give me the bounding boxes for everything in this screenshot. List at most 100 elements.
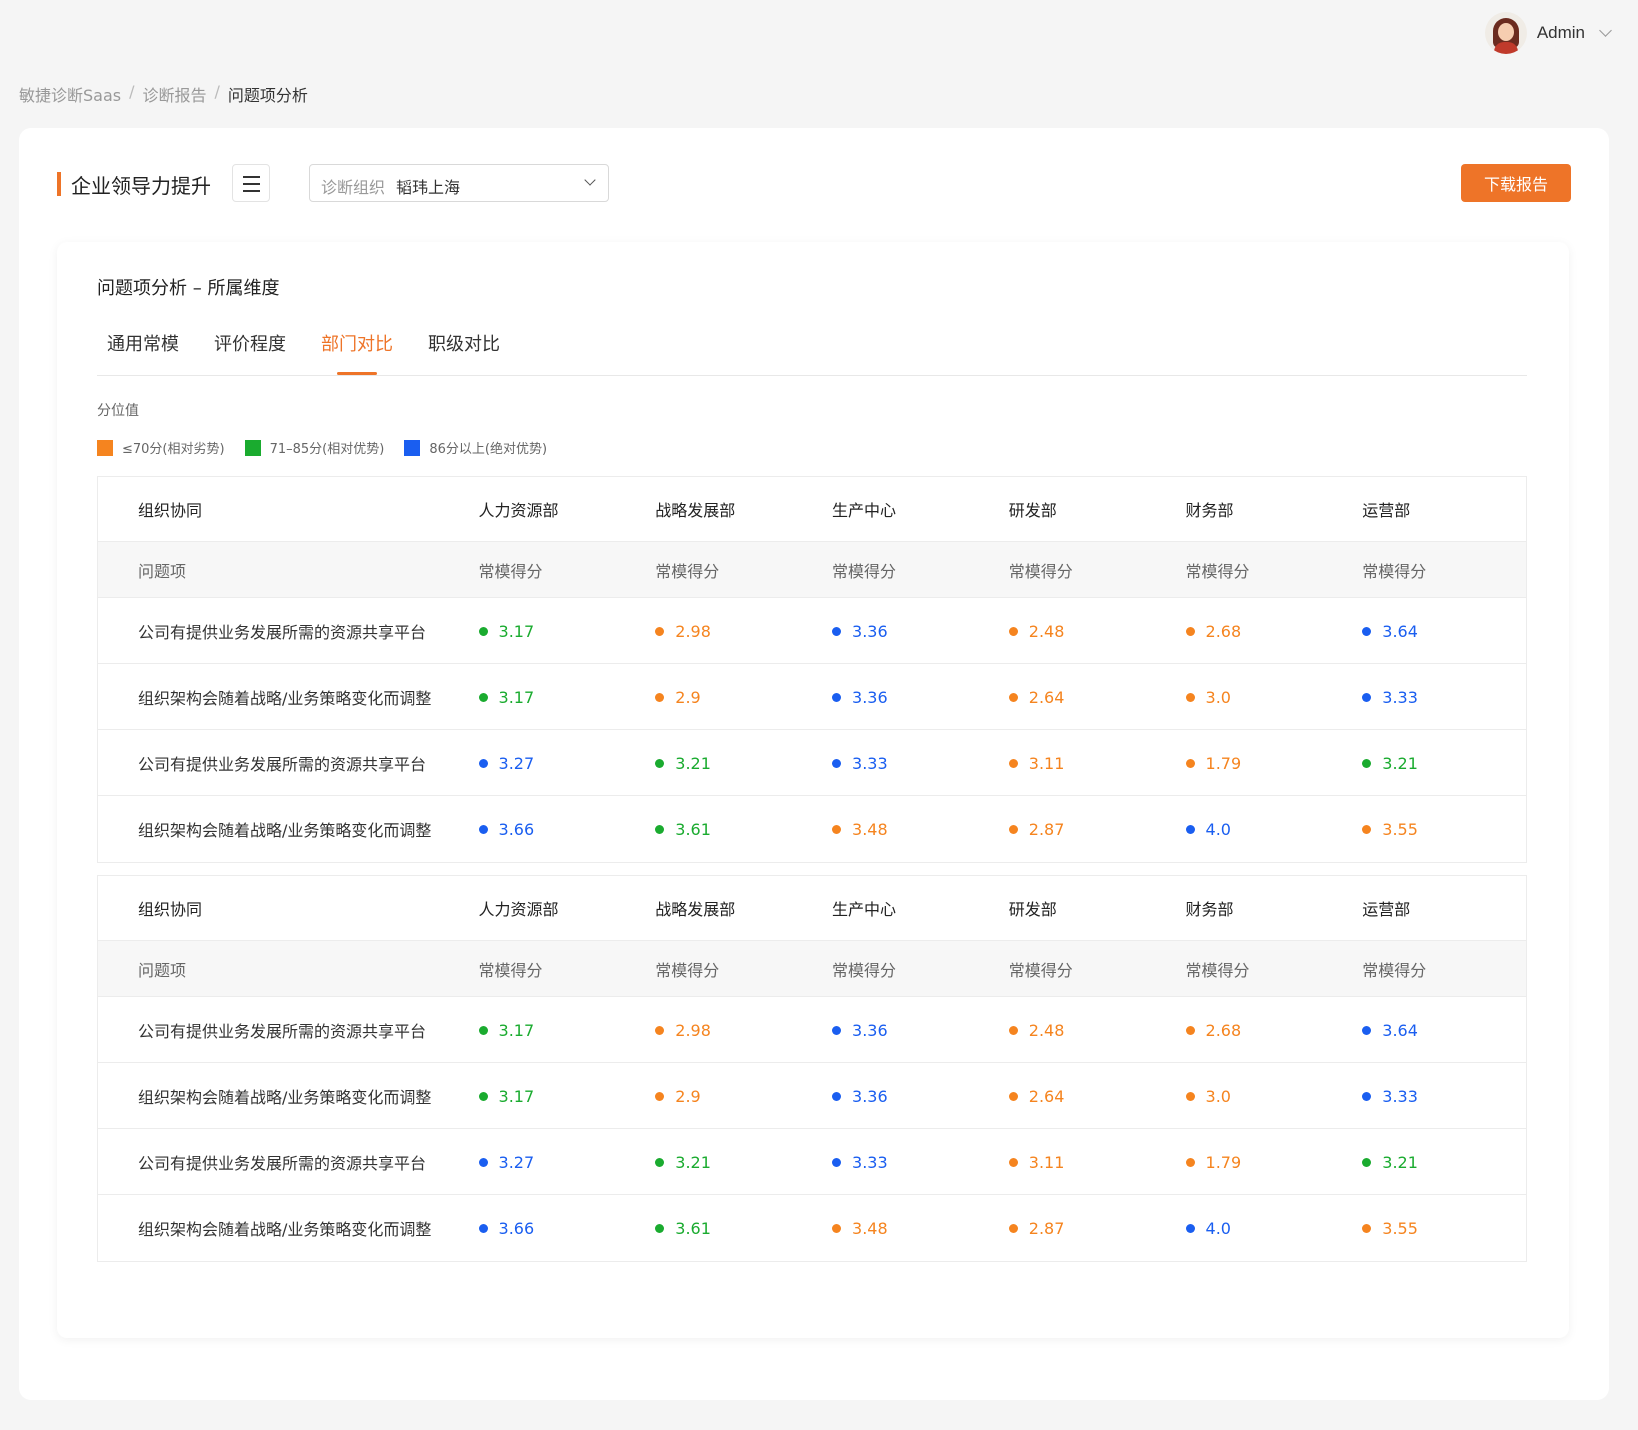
title-accent-bar [57,172,61,196]
score-text: 3.36 [852,1020,888,1040]
breadcrumb-separator: / [129,82,135,101]
score-value: 3.21 [655,1153,711,1172]
active-tab-indicator [337,372,377,375]
tab-evaluation-degree[interactable]: 评价程度 [204,330,296,356]
score-cell: 2.9 [655,687,832,707]
tab-department-compare[interactable]: 部门对比 [311,330,403,356]
score-text: 3.66 [498,820,535,839]
question-item: 组织架构会随着战略/业务策略变化而调整 [138,821,432,840]
score-dot-icon [1185,758,1195,768]
score-text: 3.33 [852,1152,888,1172]
score-cell: 3.33 [1362,1086,1526,1106]
norm-score-header: 常模得分 [478,561,543,581]
score-text: 3.33 [1382,1086,1418,1106]
table-subheader-row: 问题项 常模得分 常模得分 常模得分 常模得分 常模得分 常模得分 [98,542,1526,598]
score-dot-icon [1008,626,1018,636]
table-row: 组织架构会随着战略/业务策略变化而调整 3.66 3.61 3.48 2.87 4.0 3.… [98,1195,1526,1261]
score-value: 3.55 [1362,1219,1418,1238]
chevron-down-icon[interactable] [1599,24,1612,37]
score-value: 3.36 [832,622,888,641]
score-dot-icon [655,825,665,834]
menu-icon-line [243,190,260,192]
legend-title: 分位值 [97,403,139,419]
department-header: 研发部 [1008,501,1057,520]
org-select[interactable]: 诊断组织 韬玮上海 [309,164,609,202]
legend-label: 86分以上(绝对优势) [429,442,548,457]
score-value: 3.0 [1185,1087,1231,1106]
score-text: 3.33 [852,753,888,773]
score-value: 3.48 [832,820,888,839]
score-text: 3.36 [852,621,888,641]
score-cell: 3.61 [655,819,832,839]
question-item: 组织架构会随着战略/业务策略变化而调整 [138,1087,432,1107]
score-text: 3.11 [1028,753,1065,773]
score-text: 2.9 [675,687,701,707]
table-subheader-row: 问题项 常模得分 常模得分 常模得分 常模得分 常模得分 常模得分 [98,941,1526,997]
score-value: 3.33 [832,754,888,773]
score-value: 2.64 [1008,1087,1064,1106]
legend: ≤70分(相对劣势) 71–85分(相对优势) 86分以上(绝对优势) [97,438,547,457]
score-cell: 2.68 [1185,621,1363,641]
score-cell: 2.48 [1008,621,1186,641]
table-row: 组织架构会随着战略/业务策略变化而调整 3.17 2.9 3.36 2.64 3.0 3.3… [98,1063,1526,1129]
department-header: 人力资源部 [478,501,559,520]
legend-label: ≤70分(相对劣势) [122,442,225,457]
breadcrumb-item-report[interactable]: 诊断报告 [143,82,207,106]
norm-score-header: 常模得分 [1008,960,1073,980]
score-value: 1.79 [1185,1153,1241,1172]
score-dot-icon [832,1157,842,1167]
user-menu[interactable]: Admin [1484,12,1612,54]
download-report-button[interactable]: 下载报告 [1461,164,1571,202]
avatar[interactable] [1484,12,1527,54]
department-header: 生产中心 [832,501,897,520]
score-text: 3.17 [498,687,535,707]
score-cell: 3.27 [478,753,656,773]
score-value: 2.9 [655,1087,701,1106]
score-value: 3.21 [1362,1153,1418,1172]
score-text: 2.68 [1205,1020,1242,1040]
score-dot-icon [1008,825,1018,834]
score-text: 3.64 [1382,1020,1418,1040]
score-cell: 1.79 [1185,753,1363,773]
question-item: 公司有提供业务发展所需的资源共享平台 [138,754,427,774]
score-cell: 3.21 [1362,753,1526,773]
score-dot-icon [478,1091,488,1101]
score-cell: 2.87 [1008,819,1186,839]
score-cell: 3.33 [832,1152,1009,1172]
tab-level-compare[interactable]: 职级对比 [418,330,510,356]
score-value: 2.9 [655,687,701,707]
breadcrumb-separator: / [214,82,220,101]
score-text: 3.48 [852,1219,888,1238]
score-dot-icon [478,1224,488,1233]
norm-score-header: 常模得分 [1185,960,1250,980]
avatar-body [1493,42,1518,54]
score-text: 3.17 [498,621,535,641]
dimension-header: 组织协同 [138,501,203,520]
department-header: 财务部 [1185,900,1234,919]
score-cell: 3.36 [832,621,1009,641]
menu-button[interactable] [232,164,270,202]
score-cell: 3.48 [832,1218,1009,1238]
score-text: 3.66 [498,1219,535,1238]
legend-swatch-orange [97,439,113,456]
score-text: 3.21 [675,1152,711,1172]
score-value: 3.55 [1362,820,1418,839]
avatar-face [1497,23,1514,41]
score-dot-icon [832,825,842,834]
breadcrumb-item-home[interactable]: 敏捷诊断Saas [19,82,121,106]
score-value: 3.11 [1008,753,1065,773]
legend-item: 71–85分(相对优势) [244,438,384,457]
score-cell: 3.17 [478,621,656,641]
score-dot-icon [832,758,842,768]
tab-general-norm[interactable]: 通用常模 [97,330,189,356]
score-value: 3.17 [478,1087,534,1106]
score-value: 3.64 [1362,622,1418,641]
score-dot-icon [655,1224,665,1233]
page-header: 企业领导力提升 诊断组织 韬玮上海 下载报告 [57,164,1571,204]
score-cell: 3.66 [478,1218,656,1238]
score-value: 3.66 [478,1219,535,1238]
score-dot-icon [1008,758,1018,768]
score-value: 1.79 [1185,754,1241,773]
score-dot-icon [655,1091,665,1101]
user-name[interactable]: Admin [1537,23,1585,43]
